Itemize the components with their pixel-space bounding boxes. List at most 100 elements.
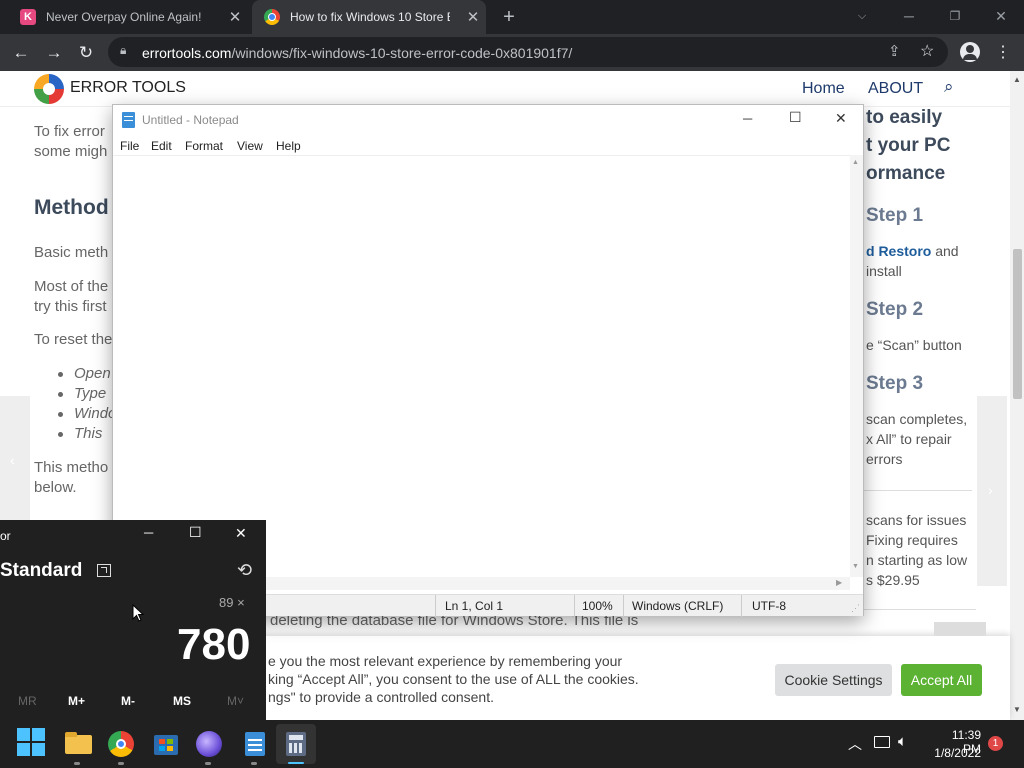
restoro-link[interactable]: d Restoro xyxy=(866,243,931,259)
nav-about[interactable]: ABOUT xyxy=(868,80,923,98)
microsoft-store-icon[interactable] xyxy=(152,728,184,760)
notepad-text-area[interactable] xyxy=(113,155,850,577)
start-pane xyxy=(17,743,30,756)
address-bar[interactable]: 🔒︎ errortools.com/windows/fix-windows-10… xyxy=(108,37,948,67)
notepad-icon-line xyxy=(124,120,133,121)
calculator-taskbar-button-active[interactable] xyxy=(276,724,316,764)
logo-text[interactable]: ERROR TOOLS xyxy=(70,79,186,97)
browser-toolbar: ← → ↻ 🔒︎ errortools.com/windows/fix-wind… xyxy=(0,34,1024,71)
memory-store-button[interactable]: MS xyxy=(173,694,191,708)
keep-on-top-icon[interactable] xyxy=(97,564,111,577)
restore-button[interactable]: ❐ xyxy=(932,4,978,28)
folder-tab xyxy=(65,732,77,737)
step-2-title: Step 2 xyxy=(866,299,924,320)
cookie-settings-button[interactable]: Cookie Settings xyxy=(775,664,892,696)
app-icon[interactable] xyxy=(196,731,222,757)
forward-button[interactable]: → xyxy=(41,40,67,66)
close-button[interactable]: ✕ xyxy=(835,110,847,127)
maximize-button[interactable]: ☐ xyxy=(789,109,802,126)
file-explorer-icon[interactable] xyxy=(63,728,95,760)
browser-tab-2-active[interactable]: How to fix Windows 10 Store Error ✕ xyxy=(252,0,486,34)
minimize-button[interactable]: ─ xyxy=(886,4,932,28)
speaker-icon[interactable]: 🔈︎ xyxy=(898,733,907,750)
error-tools-logo-icon[interactable] xyxy=(34,74,64,104)
accept-all-button[interactable]: Accept All xyxy=(901,664,982,696)
scroll-down-arrow-icon[interactable]: ▼ xyxy=(852,563,859,570)
running-indicator xyxy=(251,762,257,765)
bullet-dot xyxy=(58,432,63,437)
site-header: ERROR TOOLS Home ABOUT ⌕ xyxy=(0,71,1010,107)
browser-tab-1[interactable]: K Never Overpay Online Again! ✕ xyxy=(8,0,248,34)
chevron-up-icon[interactable]: ︿ xyxy=(848,734,862,754)
scrollbar-thumb[interactable] xyxy=(1013,249,1022,399)
carousel-next-button[interactable]: › xyxy=(977,396,1007,586)
back-button[interactable]: ← xyxy=(8,40,34,66)
step-1-text: d Restoro and xyxy=(866,243,959,259)
close-button[interactable]: ✕ xyxy=(235,525,247,542)
step-3-text: scan completes, xyxy=(866,411,968,427)
reload-button[interactable]: ↻ xyxy=(73,40,99,66)
notepad-icon-line xyxy=(124,116,133,117)
notepad-title-bar[interactable]: Untitled - Notepad ─ ☐ ✕ xyxy=(113,105,863,135)
calculator-mode-title[interactable]: Standard xyxy=(0,560,82,582)
scroll-up-arrow-icon[interactable]: ▲ xyxy=(1013,75,1021,84)
memory-recall-button[interactable]: MR xyxy=(18,694,37,708)
step-1-title: Step 1 xyxy=(866,205,924,226)
menu-help[interactable]: Help xyxy=(276,139,301,153)
url-text[interactable]: errortools.com/windows/fix-windows-10-st… xyxy=(142,45,572,61)
notification-badge[interactable]: 1 xyxy=(988,736,1003,751)
nav-home[interactable]: Home xyxy=(802,80,845,98)
resize-grip-icon[interactable]: ⋰ xyxy=(851,603,860,614)
sidebar-heading: ormance xyxy=(866,163,946,184)
close-tab-icon[interactable]: ✕ xyxy=(460,8,486,26)
page-scrollbar[interactable]: ▲ ▼ xyxy=(1010,71,1024,720)
close-window-button[interactable]: ✕ xyxy=(978,4,1024,28)
start-pane xyxy=(32,743,45,756)
menu-format[interactable]: Format xyxy=(185,139,223,153)
cookie-text: ngs" to provide a controlled consent. xyxy=(268,689,494,705)
tab-search-icon[interactable]: ⌵ xyxy=(839,4,885,28)
carousel-prev-button[interactable]: ‹ xyxy=(0,396,30,526)
menu-edit[interactable]: Edit xyxy=(151,139,172,153)
sidebar-heading: to easily xyxy=(866,107,943,128)
step-3-title: Step 3 xyxy=(866,373,924,394)
lock-icon[interactable]: 🔒︎ xyxy=(120,43,126,58)
menu-view[interactable]: View xyxy=(237,139,263,153)
menu-file[interactable]: File xyxy=(120,139,139,153)
search-icon[interactable]: ⌕ xyxy=(944,77,954,97)
back-to-top-button[interactable] xyxy=(934,622,986,636)
scroll-right-arrow-icon[interactable]: ▶ xyxy=(836,578,842,587)
memory-subtract-button[interactable]: M- xyxy=(121,694,135,708)
start-pane xyxy=(32,728,45,741)
scroll-up-arrow-icon[interactable]: ▲ xyxy=(852,159,859,166)
notepad-vertical-scrollbar[interactable]: ▲ ▼ xyxy=(850,155,863,577)
minimize-button[interactable]: ─ xyxy=(144,525,153,540)
windows-start-icon[interactable] xyxy=(17,728,45,756)
sidebar-heading: t your PC xyxy=(866,135,951,156)
memory-add-button[interactable]: M+ xyxy=(68,694,85,708)
logo-center xyxy=(43,83,55,95)
share-icon[interactable]: ⇪ xyxy=(888,42,901,60)
step-1-text: install xyxy=(866,263,902,279)
network-icon[interactable] xyxy=(874,736,890,748)
maximize-button[interactable]: ☐ xyxy=(189,524,202,541)
minimize-button[interactable]: ─ xyxy=(743,111,752,126)
memory-list-button[interactable]: M˅ xyxy=(227,694,244,708)
menu-kebab-icon[interactable]: ⋮ xyxy=(990,40,1016,66)
bullet-item: Type xyxy=(74,385,107,402)
zoom-level: 100% xyxy=(582,599,613,613)
mouse-cursor-icon xyxy=(132,604,144,622)
notepad-taskbar-icon[interactable] xyxy=(240,728,272,760)
close-tab-icon[interactable]: ✕ xyxy=(222,8,248,26)
profile-avatar[interactable] xyxy=(960,42,980,62)
running-indicator xyxy=(205,762,211,765)
bookmark-star-icon[interactable]: ☆ xyxy=(920,41,934,61)
clock-date[interactable]: 1/8/2022 xyxy=(933,746,981,760)
scroll-down-arrow-icon[interactable]: ▼ xyxy=(1013,705,1021,714)
chrome-icon[interactable] xyxy=(108,731,134,757)
new-tab-button[interactable]: + xyxy=(497,6,521,28)
calc-keys xyxy=(289,743,303,753)
step-1-rest: and xyxy=(931,243,959,259)
history-icon[interactable]: ⟲ xyxy=(237,560,252,581)
browser-tab-bar: K Never Overpay Online Again! ✕ How to f… xyxy=(0,0,1024,34)
